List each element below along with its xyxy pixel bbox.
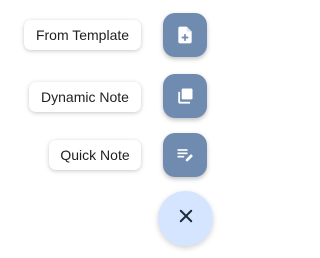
quick-note-button[interactable]	[163, 133, 207, 177]
note-add-icon	[175, 25, 195, 45]
close-fab-button[interactable]	[158, 191, 213, 246]
quick-note-label[interactable]: Quick Note	[49, 140, 141, 170]
close-icon	[177, 207, 195, 230]
fab-speed-dial-menu: From Template Dynamic Note Quick Note	[0, 0, 223, 258]
edit-note-icon	[175, 145, 195, 165]
library-notes-icon	[175, 86, 195, 106]
from-template-label[interactable]: From Template	[24, 20, 141, 50]
from-template-button[interactable]	[163, 13, 207, 57]
dynamic-note-button[interactable]	[163, 74, 207, 118]
dynamic-note-label[interactable]: Dynamic Note	[29, 82, 141, 112]
